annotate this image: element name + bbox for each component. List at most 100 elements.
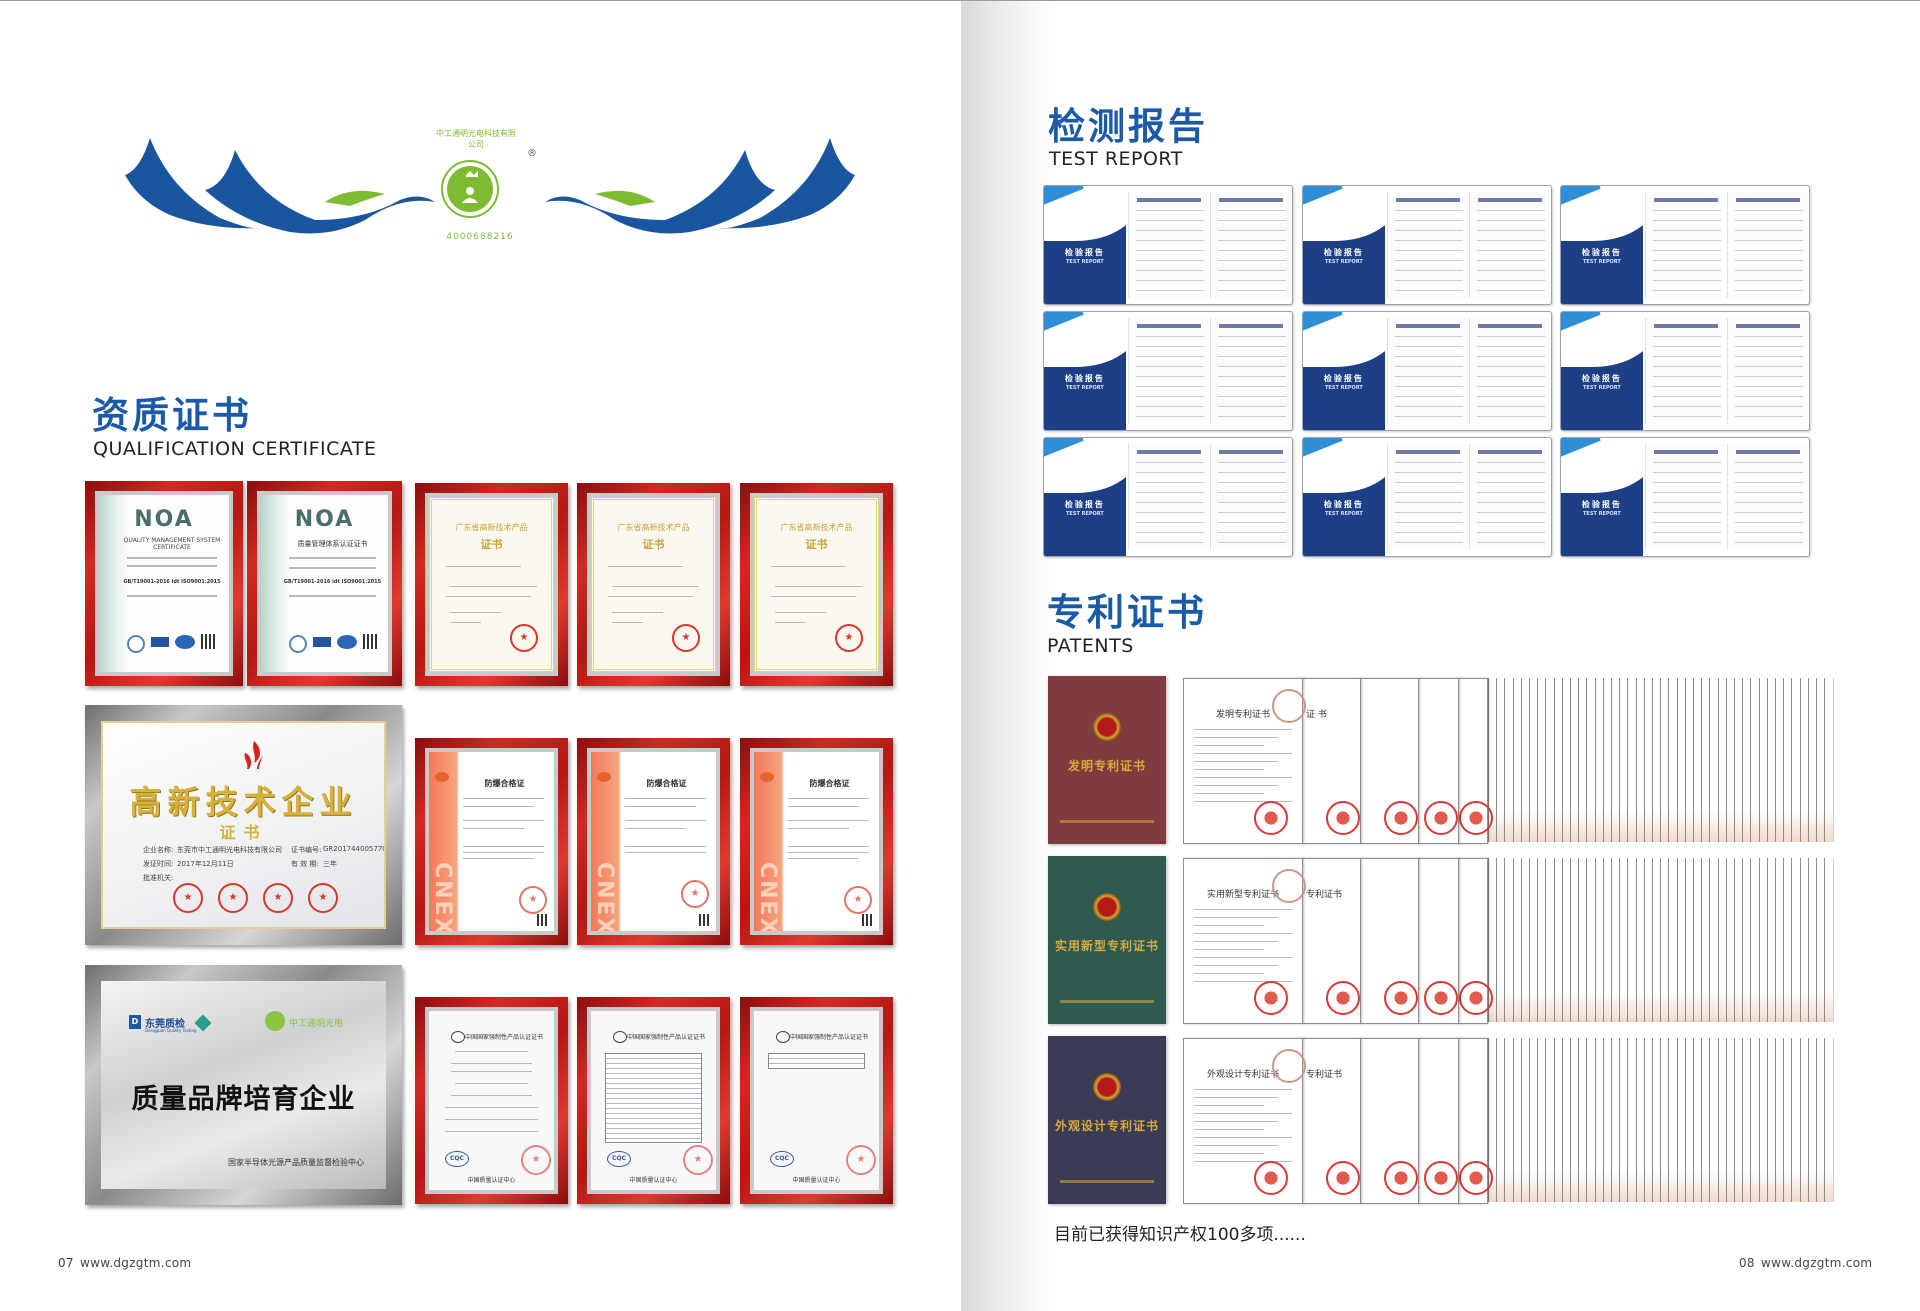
diamond-logo-icon bbox=[194, 1014, 212, 1032]
plaque-quality-brand-enterprise: D 东莞质检 Dongguan Quality Testing 中工通明光电 质… bbox=[85, 965, 402, 1205]
certificate-iso-cn: NOA 质量管理体系认证证书 GB/T19001-2016 idt ISO900… bbox=[247, 481, 402, 686]
report-cover-subtitle: TEST REPORT bbox=[1583, 511, 1621, 518]
patent-sheet-edge bbox=[1824, 678, 1835, 842]
report-page bbox=[1387, 444, 1468, 550]
report-cover-subtitle: TEST REPORT bbox=[1325, 385, 1363, 392]
certificate-title: 高新技术企业 bbox=[129, 783, 358, 821]
report-cover: 检验报告 TEST REPORT bbox=[1303, 438, 1400, 556]
torch-flame-icon bbox=[244, 741, 263, 769]
certificate-title: 广东省高新技术产品 bbox=[455, 523, 528, 532]
report-page bbox=[1469, 192, 1550, 298]
patent-sheet-partial-title: 专利证书 bbox=[1306, 1070, 1343, 1080]
official-seal-icon bbox=[510, 624, 538, 652]
report-cover: 检验报告 TEST REPORT bbox=[1044, 186, 1141, 304]
patent-certificate-sheet bbox=[1417, 678, 1459, 844]
patent-cover-title: 发明专利证书 bbox=[1067, 758, 1146, 773]
certificate-guangdong-high-tech-1: 广东省高新技术产品 证书 bbox=[415, 483, 568, 686]
official-seal-icon bbox=[218, 883, 248, 913]
patent-seal-icon bbox=[1424, 981, 1458, 1015]
patent-seal-icon bbox=[1326, 981, 1360, 1015]
national-emblem-icon bbox=[1093, 892, 1121, 921]
report-cover: 检验报告 TEST REPORT bbox=[1303, 312, 1400, 430]
report-cover-title: 检验报告 bbox=[1581, 374, 1622, 384]
section-title-test-report-en: TEST REPORT bbox=[1049, 148, 1183, 170]
product-list-table bbox=[768, 1053, 865, 1069]
patent-seal-icon bbox=[1424, 1161, 1458, 1195]
report-cover: 检验报告 TEST REPORT bbox=[1561, 438, 1658, 556]
certificate-ccc-1: 中国国家强制性产品认证证书 CQC 中国质量认证中心 bbox=[415, 997, 568, 1204]
certificate-explosion-proof-2: CNEX 防爆合格证 bbox=[577, 738, 730, 945]
report-page bbox=[1210, 444, 1291, 550]
qr-code-icon bbox=[201, 634, 216, 649]
certificate-subtitle: 证书 bbox=[219, 823, 268, 842]
patent-certificate-cover: 外观设计专利证书 bbox=[1048, 1036, 1166, 1204]
authority-label: 批准机关: bbox=[143, 874, 174, 882]
issuer-org1-en: Dongguan Quality Testing bbox=[145, 1028, 197, 1033]
report-cover-title: 检验报告 bbox=[1581, 500, 1622, 510]
test-report-thumbnail: 检验报告 TEST REPORT bbox=[1560, 311, 1810, 431]
patent-sheet-edge bbox=[1824, 1038, 1835, 1202]
report-cover-title: 检验报告 bbox=[1581, 248, 1622, 258]
official-seal-icon bbox=[263, 883, 293, 913]
patent-seal-icon bbox=[1384, 981, 1418, 1015]
patent-certificate-sheet bbox=[1359, 1038, 1419, 1204]
certificate-guangdong-high-tech-3: 广东省高新技术产品 证书 bbox=[740, 483, 893, 686]
report-cover-subtitle: TEST REPORT bbox=[1325, 259, 1363, 266]
certificate-standard: GB/T19001-2016 idt ISO9001:2015 bbox=[123, 579, 221, 585]
official-seal-icon bbox=[308, 883, 338, 913]
patent-certificate-sheet bbox=[1417, 858, 1459, 1024]
certificate-title: 广东省高新技术产品 bbox=[617, 523, 690, 532]
certificate-title: 中国国家强制性产品认证证书 bbox=[465, 1034, 544, 1041]
section-title-qualification-cn: 资质证书 bbox=[92, 394, 252, 437]
official-seal-icon bbox=[846, 1145, 876, 1175]
patent-stamp-icon bbox=[1272, 689, 1306, 723]
certificate-title: 广东省高新技术产品 bbox=[780, 523, 853, 532]
section-title-qualification-en: QUALIFICATION CERTIFICATE bbox=[93, 438, 377, 460]
test-report-thumbnail: 检验报告 TEST REPORT bbox=[1302, 311, 1552, 431]
certificate-subtitle: 证书 bbox=[480, 538, 503, 551]
report-cover-subtitle: TEST REPORT bbox=[1325, 511, 1363, 518]
certificate-issuer: 中国质量认证中心 bbox=[467, 1177, 516, 1184]
certificate-title: 防爆合格证 bbox=[646, 779, 687, 788]
report-cover: 检验报告 TEST REPORT bbox=[1561, 186, 1658, 304]
official-seal-icon bbox=[173, 883, 203, 913]
ccc-mark-icon bbox=[776, 1031, 790, 1043]
report-page bbox=[1645, 192, 1726, 298]
company-logo-icon bbox=[265, 1011, 285, 1031]
website-left[interactable]: www.dgzgtm.com bbox=[80, 1256, 191, 1270]
cqc-logo: CQC bbox=[445, 1151, 469, 1167]
certificate-explosion-proof-1: CNEX 防爆合格证 bbox=[415, 738, 568, 945]
patent-certificate-sheet bbox=[1359, 678, 1419, 844]
patent-certificate-cover: 实用新型专利证书 bbox=[1048, 856, 1166, 1024]
patent-certificate-sheet: 专利证书 bbox=[1301, 858, 1361, 1024]
issuer-org2-name: 中工通明光电 bbox=[289, 1019, 344, 1029]
certificate-high-tech-enterprise: 高新技术企业 证书 企业名称: 东莞市中工通明光电科技有限公司 证书编号: GR… bbox=[85, 705, 402, 945]
report-page bbox=[1727, 192, 1808, 298]
test-report-thumbnail: 检验报告 TEST REPORT bbox=[1560, 437, 1810, 557]
patent-sheet-partial-title: 证 书 bbox=[1306, 710, 1327, 720]
report-cover: 检验报告 TEST REPORT bbox=[1303, 186, 1400, 304]
report-cover-title: 检验报告 bbox=[1064, 374, 1105, 384]
website-right[interactable]: www.dgzgtm.com bbox=[1761, 1256, 1872, 1270]
report-page bbox=[1645, 444, 1726, 550]
certificate-title: 中国国家强制性产品认证证书 bbox=[790, 1034, 869, 1041]
certificate-title: 质量管理体系认证证书 bbox=[297, 540, 368, 548]
report-page bbox=[1469, 444, 1550, 550]
right-page: 检测报告 TEST REPORT 检验报告 TEST REPORT 检验报告 TEST… bbox=[961, 0, 1920, 1311]
certificate-standard: GB/T19001-2016 idt ISO9001:2015 bbox=[283, 579, 382, 585]
issue-date-value: 2017年12月11日 bbox=[177, 860, 234, 868]
patent-seal-icon bbox=[1384, 1161, 1418, 1195]
noa-badge-icon bbox=[289, 635, 307, 653]
national-emblem-icon bbox=[1093, 712, 1121, 741]
report-cover: 检验报告 TEST REPORT bbox=[1044, 312, 1141, 430]
certificate-title: QUALITY MANAGEMENT SYSTEM CERTIFICATE bbox=[123, 537, 221, 551]
patent-certificate-sheet bbox=[1359, 858, 1419, 1024]
report-cover-title: 检验报告 bbox=[1064, 500, 1105, 510]
patent-seal-icon bbox=[1326, 1161, 1360, 1195]
cqc-logo: CQC bbox=[770, 1151, 794, 1167]
patent-seal-icon bbox=[1459, 1161, 1493, 1195]
plaque-issuer: 国家半导体光源产品质量监督检验中心 bbox=[228, 1158, 364, 1167]
patent-certificate-sheet bbox=[1417, 1038, 1459, 1204]
page-number-left: 07 bbox=[58, 1256, 74, 1270]
certificate-title: 中国国家强制性产品认证证书 bbox=[627, 1034, 706, 1041]
